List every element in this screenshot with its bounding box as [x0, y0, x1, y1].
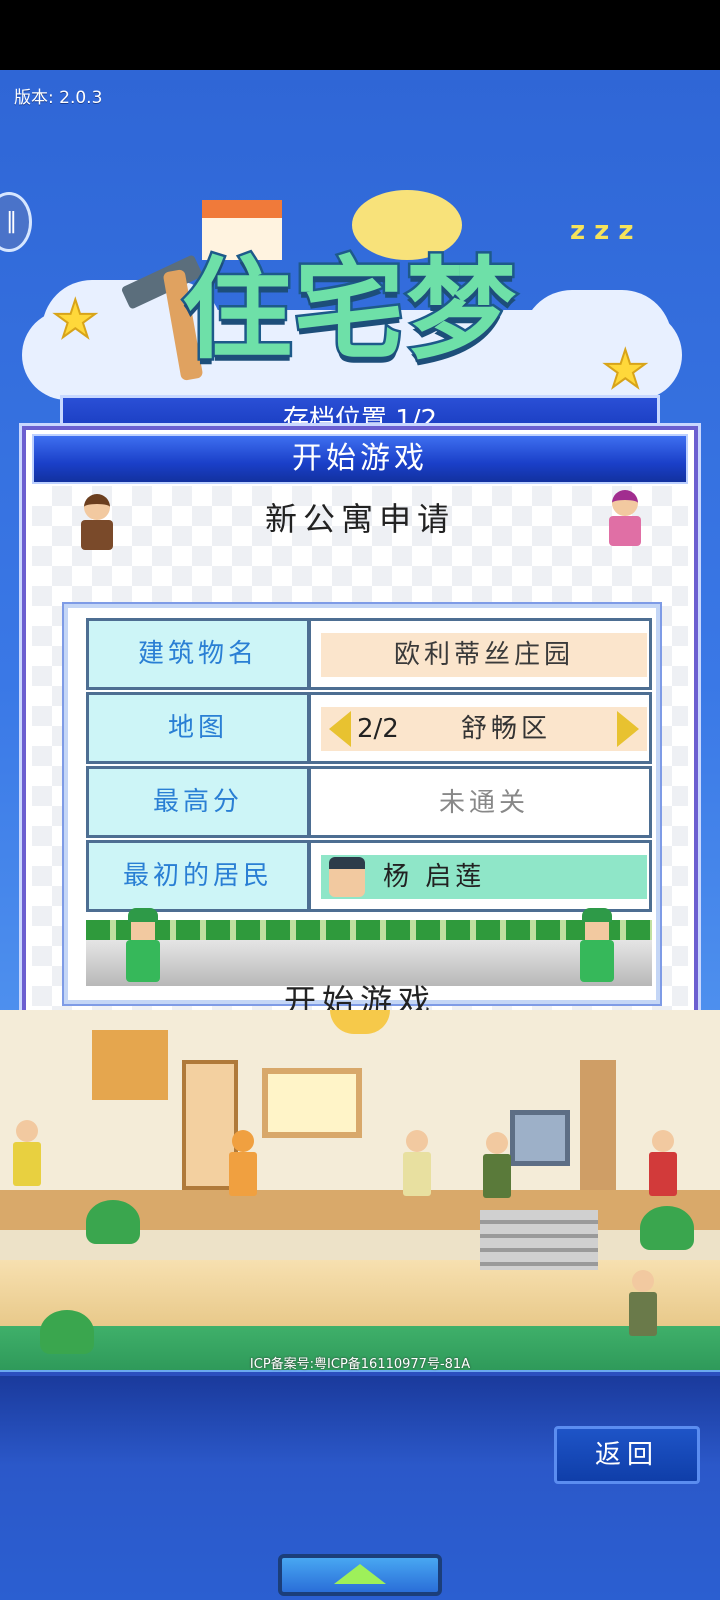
bush-icon	[640, 1206, 694, 1250]
first-resident-row[interactable]: 最初的居民 杨 启莲	[86, 840, 652, 912]
logo-title: 住宅梦	[180, 244, 519, 377]
first-resident-value[interactable]: 杨 启莲	[321, 855, 647, 899]
resident-sprite	[480, 1132, 514, 1202]
new-apartment-dialog: 开始游戏 新公寓申请 建筑物名 欧利蒂丝庄园 地图 2/2 舒畅区 最高分 未通	[22, 426, 698, 1026]
window-icon	[262, 1068, 362, 1138]
stairs-icon	[480, 1210, 598, 1270]
tv-icon	[510, 1110, 570, 1166]
map-page-indicator: 2/2	[357, 714, 399, 744]
high-score-value: 未通关	[438, 788, 529, 818]
dialog-title: 开始游戏	[32, 434, 688, 484]
resident-sprite	[10, 1120, 44, 1190]
bush-icon	[86, 1200, 140, 1244]
street-decoration	[86, 908, 652, 986]
worker-sprite	[576, 908, 616, 984]
resident-sprite	[646, 1130, 680, 1200]
cat-sprite	[226, 1130, 260, 1200]
worker-sprite	[122, 908, 162, 984]
apartment-info-panel: 建筑物名 欧利蒂丝庄园 地图 2/2 舒畅区 最高分 未通关 最初的居民 杨 启…	[64, 604, 660, 1004]
dialog-body: 新公寓申请 建筑物名 欧利蒂丝庄园 地图 2/2 舒畅区 最高分 未通关 最初的…	[32, 486, 688, 1020]
resident-sprite	[626, 1270, 660, 1340]
building-name-label: 建筑物名	[89, 621, 311, 687]
cabinet-icon	[92, 1030, 168, 1100]
bush-icon	[40, 1310, 94, 1354]
building-name-value[interactable]: 欧利蒂丝庄园	[321, 633, 647, 677]
resident-sprite	[400, 1130, 434, 1200]
map-name-value: 舒畅区	[461, 714, 552, 744]
triangle-right-icon[interactable]	[617, 711, 639, 747]
pixel-town-scene	[0, 1010, 720, 1370]
sleep-icon: z z z	[570, 216, 634, 246]
resident-avatar-icon	[329, 857, 365, 897]
dialog-subtitle: 新公寓申请	[264, 500, 455, 538]
map-label: 地图	[89, 695, 311, 761]
star-icon: ★	[51, 289, 100, 351]
resident-name: 杨 启莲	[383, 862, 486, 892]
back-button[interactable]: 返回	[554, 1426, 700, 1484]
version-label: 版本: 2.0.3	[14, 88, 103, 108]
high-score-row: 最高分 未通关	[86, 766, 652, 838]
triangle-left-icon[interactable]	[329, 711, 351, 747]
map-selector: 2/2 舒畅区	[321, 707, 647, 751]
expand-menu-button[interactable]	[278, 1554, 442, 1596]
triangle-up-icon	[334, 1564, 386, 1584]
high-score-label: 最高分	[89, 769, 311, 835]
icp-license-text: ICP备案号:粤ICP备16110977号-81A	[249, 1357, 471, 1372]
game-logo: ★ ★ z z z 住宅梦	[22, 190, 702, 420]
status-bar	[0, 0, 720, 70]
first-resident-label: 最初的居民	[89, 843, 311, 909]
building-name-row[interactable]: 建筑物名 欧利蒂丝庄园	[86, 618, 652, 690]
star-icon: ★	[601, 339, 650, 401]
map-row: 地图 2/2 舒畅区	[86, 692, 652, 764]
